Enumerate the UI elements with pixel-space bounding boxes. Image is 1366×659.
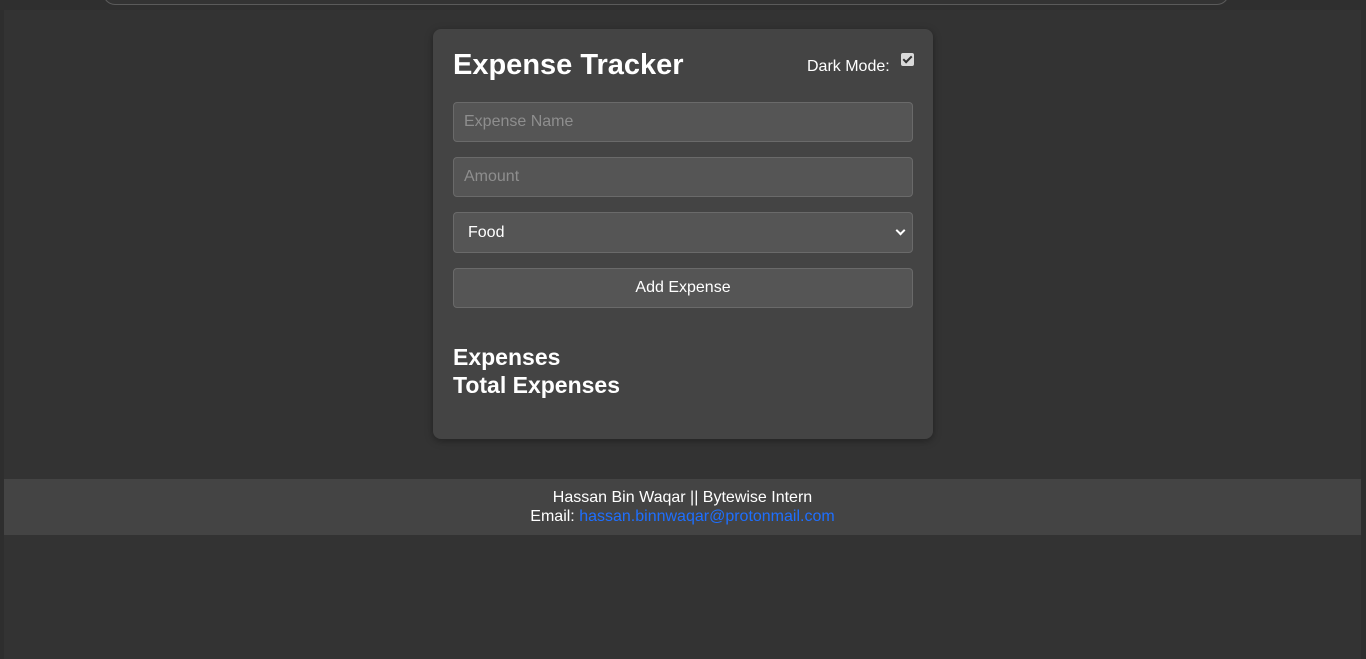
page-title: Expense Tracker: [453, 49, 684, 81]
browser-top-frame: [0, 0, 1366, 10]
footer-email-line: Email: hassan.binnwaqar@protonmail.com: [4, 507, 1361, 526]
category-selected-value: Food: [468, 223, 505, 241]
expense-tracker-card: Expense Tracker Dark Mode: Food Add Expe…: [433, 29, 933, 439]
right-edge: [1361, 10, 1366, 659]
footer-email-link[interactable]: hassan.binnwaqar@protonmail.com: [579, 508, 834, 525]
left-edge: [0, 10, 4, 659]
footer: Hassan Bin Waqar || Bytewise Intern Emai…: [4, 479, 1361, 535]
top-frame-bar: [103, 0, 1229, 5]
dark-mode-toggle: Dark Mode:: [807, 53, 914, 77]
category-select[interactable]: Food: [453, 212, 913, 253]
total-expenses-heading: Total Expenses: [453, 372, 621, 398]
expense-name-input[interactable]: [453, 102, 913, 142]
chevron-down-icon: [895, 225, 906, 236]
footer-email-label: Email:: [530, 508, 575, 525]
dark-mode-checkbox[interactable]: [900, 53, 914, 66]
expenses-heading: Expenses: [453, 344, 561, 370]
amount-input[interactable]: [453, 157, 913, 197]
add-expense-button[interactable]: Add Expense: [453, 268, 913, 308]
footer-credit: Hassan Bin Waqar || Bytewise Intern: [552, 489, 813, 506]
dark-mode-label: Dark Mode:: [807, 58, 890, 75]
